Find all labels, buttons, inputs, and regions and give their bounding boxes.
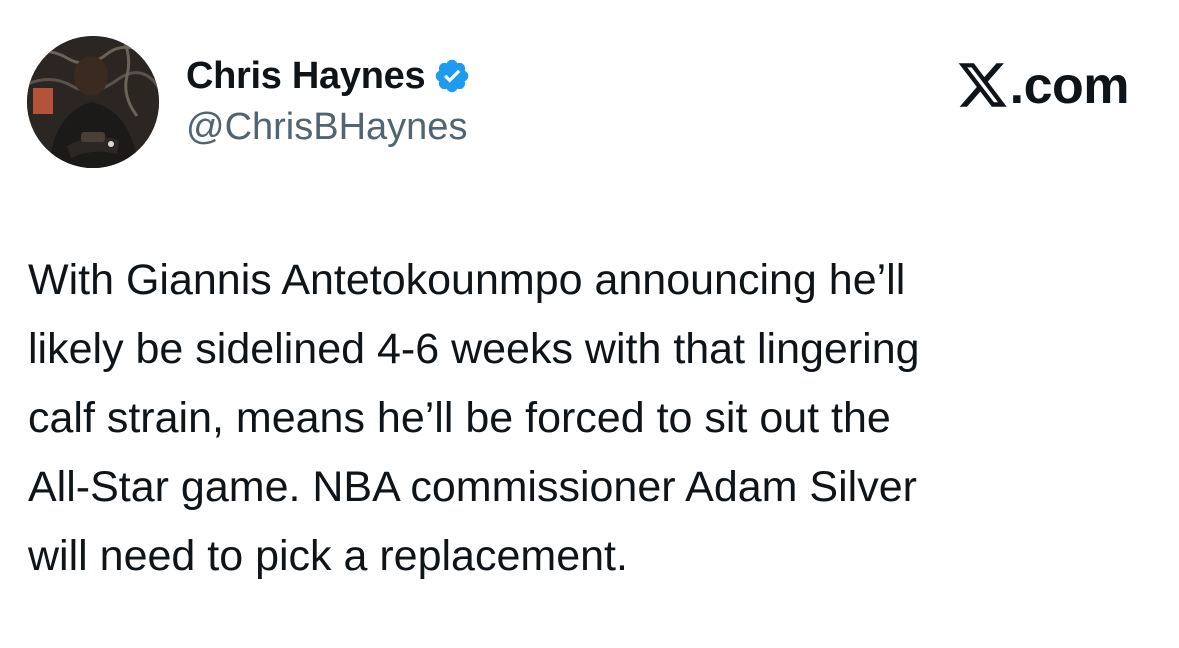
brand-suffix: .com [1009, 57, 1130, 115]
x-logo-icon [957, 62, 1009, 110]
tweet-card: Chris Haynes @ChrisBHaynes .com With Gia… [0, 0, 1179, 648]
avatar-photo [27, 36, 159, 168]
author-handle[interactable]: @ChrisBHaynes [186, 106, 467, 149]
tweet-body-text: With Giannis Antetokounmpo announcing he… [28, 256, 920, 580]
brand-watermark: .com [957, 57, 1130, 115]
author-display-name[interactable]: Chris Haynes [186, 55, 426, 98]
verified-badge-icon [433, 57, 471, 95]
author-name-row: Chris Haynes [186, 52, 471, 100]
avatar[interactable] [27, 36, 159, 168]
